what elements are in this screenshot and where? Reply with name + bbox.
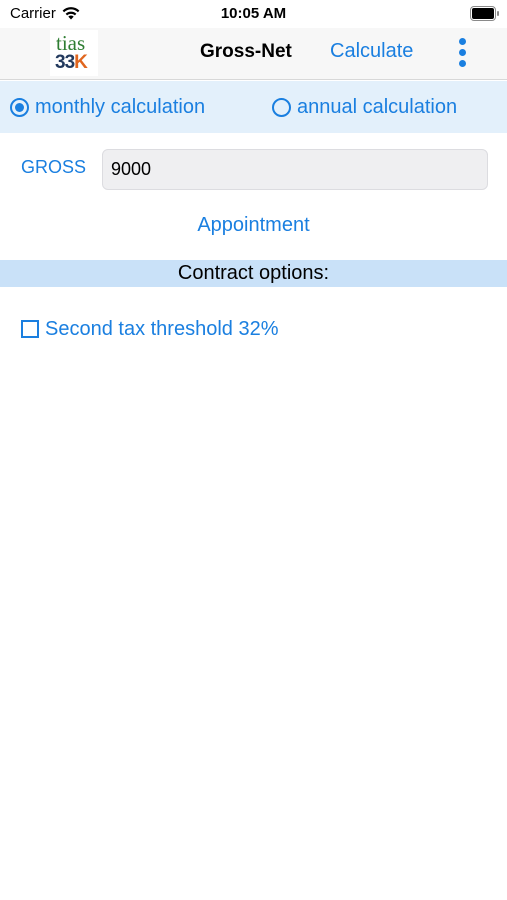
status-bar: Carrier 10:05 AM: [0, 0, 507, 28]
checkbox-unchecked-icon: [21, 320, 39, 338]
logo-text-bottom: 33K: [55, 52, 88, 74]
radio-selected-icon: [10, 98, 29, 117]
gross-input[interactable]: [102, 149, 488, 190]
tias-logo: tias 33K: [50, 30, 98, 76]
annual-calculation-label: annual calculation: [297, 96, 458, 118]
page-title: Gross-Net: [200, 41, 292, 62]
gross-label: GROSS: [21, 157, 87, 177]
monthly-calculation-label: monthly calculation: [35, 96, 206, 118]
calculate-button[interactable]: Calculate: [330, 40, 413, 63]
battery-icon: [470, 6, 499, 21]
navigation-bar: tias 33K Gross-Net Calculate: [0, 28, 507, 80]
more-dot: [459, 38, 466, 45]
calculation-type-selector: monthly calculation annual calculation: [0, 81, 507, 133]
logo-text-k: K: [74, 52, 88, 73]
second-tax-threshold-label: Second tax threshold 32%: [45, 318, 279, 340]
clock-time: 10:05 AM: [220, 5, 287, 22]
radio-unselected-icon: [272, 98, 291, 117]
more-vertical-icon[interactable]: [452, 36, 474, 70]
contract-options-header: Contract options:: [0, 260, 507, 287]
more-dot: [459, 49, 466, 56]
more-dot: [459, 60, 466, 67]
logo-text-digits: 33: [55, 52, 75, 73]
appointment-button[interactable]: Appointment: [0, 214, 507, 237]
